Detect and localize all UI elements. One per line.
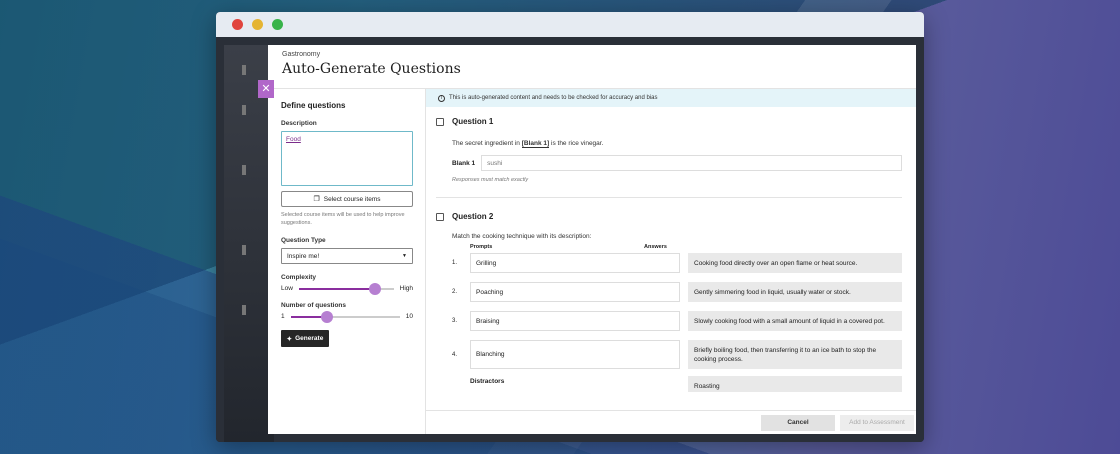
- complexity-slider-row: Low High: [281, 282, 413, 295]
- info-banner: i This is auto-generated content and nee…: [426, 89, 916, 107]
- auto-generate-panel: Gastronomy Auto-Generate Questions Defin…: [268, 45, 916, 434]
- select-items-hint: Selected course items will be used to he…: [281, 212, 405, 226]
- panel-body: Define questions Description Food ❐ Sele…: [268, 89, 916, 434]
- close-window-dot[interactable]: [232, 19, 243, 30]
- question-2-title: Question 2: [452, 212, 494, 221]
- caret-down-icon: ▼: [402, 253, 407, 259]
- prompt-input[interactable]: Poaching: [470, 282, 680, 302]
- panel-header: Gastronomy Auto-Generate Questions: [268, 45, 916, 89]
- complexity-high-label: High: [399, 285, 413, 292]
- close-panel-button[interactable]: ✕: [258, 80, 274, 98]
- banner-text: This is auto-generated content and needs…: [449, 95, 658, 101]
- blank-1-row: Blank 1 sushi: [452, 155, 902, 171]
- num-questions-slider[interactable]: [290, 310, 400, 323]
- panel-footer: Cancel Add to Assessment: [426, 410, 916, 434]
- answer-input[interactable]: Cooking food directly over an open flame…: [688, 253, 902, 273]
- question-2-text: Match the cooking technique with its des…: [452, 233, 592, 240]
- description-label: Description: [281, 120, 317, 127]
- matching-pair: 3. Braising Slowly cooking food with a s…: [452, 311, 902, 331]
- generate-button[interactable]: ✦ Generate: [281, 330, 329, 347]
- num-questions-label: Number of questions: [281, 302, 347, 309]
- q1-text-before: The secret ingredient in: [452, 140, 520, 147]
- section-title: Define questions: [281, 101, 346, 110]
- cancel-button[interactable]: Cancel: [761, 414, 835, 431]
- question-type-label: Question Type: [281, 237, 326, 244]
- copy-icon: ❐: [313, 196, 320, 203]
- distractor-input[interactable]: Roasting: [688, 376, 902, 392]
- distractors-label: Distractors: [470, 378, 505, 385]
- matching-pair: 1. Grilling Cooking food directly over a…: [452, 253, 902, 273]
- matching-column-headers: Prompts Answers: [470, 244, 902, 250]
- question-1-checkbox[interactable]: [436, 117, 444, 126]
- num-max-label: 10: [405, 313, 413, 320]
- complexity-low-label: Low: [281, 285, 293, 292]
- sparkle-icon: ✦: [286, 335, 293, 343]
- complexity-slider[interactable]: [298, 282, 394, 295]
- minimize-window-dot[interactable]: [252, 19, 263, 30]
- pair-number: 2.: [452, 289, 458, 295]
- num-questions-slider-row: 1 10: [281, 310, 413, 323]
- question-1-title: Question 1: [452, 117, 494, 126]
- select-course-items-button[interactable]: ❐ Select course items: [281, 191, 413, 207]
- complexity-fill: [298, 287, 375, 290]
- question-2-header: Question 2: [436, 212, 902, 221]
- question-type-select[interactable]: Inspire me! ▼: [281, 248, 413, 264]
- add-to-assessment-button[interactable]: Add to Assessment: [840, 414, 914, 431]
- info-icon: i: [438, 94, 445, 102]
- prompt-input[interactable]: Braising: [470, 311, 680, 331]
- pair-number: 3.: [452, 318, 458, 324]
- pair-number: 1.: [452, 260, 458, 266]
- distractors-row: Distractors Roasting: [452, 376, 902, 392]
- page-title: Auto-Generate Questions: [282, 61, 461, 77]
- background-page: [224, 45, 274, 442]
- close-icon: ✕: [261, 83, 271, 95]
- q1-text-after: is the rice vinegar.: [551, 140, 604, 147]
- generate-label: Generate: [295, 335, 324, 342]
- blank-1-input[interactable]: sushi: [481, 155, 902, 171]
- select-course-items-label: Select course items: [323, 195, 381, 203]
- answer-input[interactable]: Slowly cooking food with a small amount …: [688, 311, 902, 331]
- blank-note: Responses must match exactly: [452, 177, 529, 183]
- num-questions-thumb[interactable]: [320, 310, 333, 323]
- pair-number: 4.: [452, 351, 458, 358]
- complexity-label: Complexity: [281, 274, 317, 281]
- define-questions-sidebar: Define questions Description Food ❐ Sele…: [268, 89, 426, 434]
- description-input[interactable]: Food: [281, 131, 413, 186]
- question-1-header: Question 1: [436, 117, 902, 126]
- question-type-value: Inspire me!: [287, 252, 320, 260]
- questions-list[interactable]: Question 1 The secret ingredient in [Bla…: [426, 107, 916, 410]
- answers-header: Answers: [644, 244, 667, 250]
- num-min-label: 1: [281, 313, 285, 320]
- prompt-input[interactable]: Grilling: [470, 253, 680, 273]
- q1-blank-tag: [Blank 1]: [521, 140, 550, 148]
- matching-pair: 2. Poaching Gently simmering food in liq…: [452, 282, 902, 302]
- prompt-input[interactable]: Blanching: [470, 340, 680, 369]
- window-titlebar: [216, 12, 924, 37]
- blank-1-label: Blank 1: [452, 159, 476, 167]
- matching-pair: 4. Blanching Briefly boiling food, then …: [452, 340, 902, 369]
- window-content: ✕ Gastronomy Auto-Generate Questions Def…: [216, 37, 924, 442]
- prompts-header: Prompts: [470, 244, 493, 250]
- question-2-checkbox[interactable]: [436, 212, 444, 221]
- answer-input[interactable]: Briefly boiling food, then transferring …: [688, 340, 902, 369]
- maximize-window-dot[interactable]: [272, 19, 283, 30]
- answer-input[interactable]: Gently simmering food in liquid, usually…: [688, 282, 902, 302]
- questions-area: i This is auto-generated content and nee…: [426, 89, 916, 434]
- divider: [436, 197, 902, 198]
- breadcrumb: Gastronomy: [282, 51, 321, 58]
- question-1-text: The secret ingredient in [Blank 1] is th…: [452, 140, 902, 148]
- app-window: ✕ Gastronomy Auto-Generate Questions Def…: [216, 12, 924, 442]
- complexity-thumb[interactable]: [368, 282, 381, 295]
